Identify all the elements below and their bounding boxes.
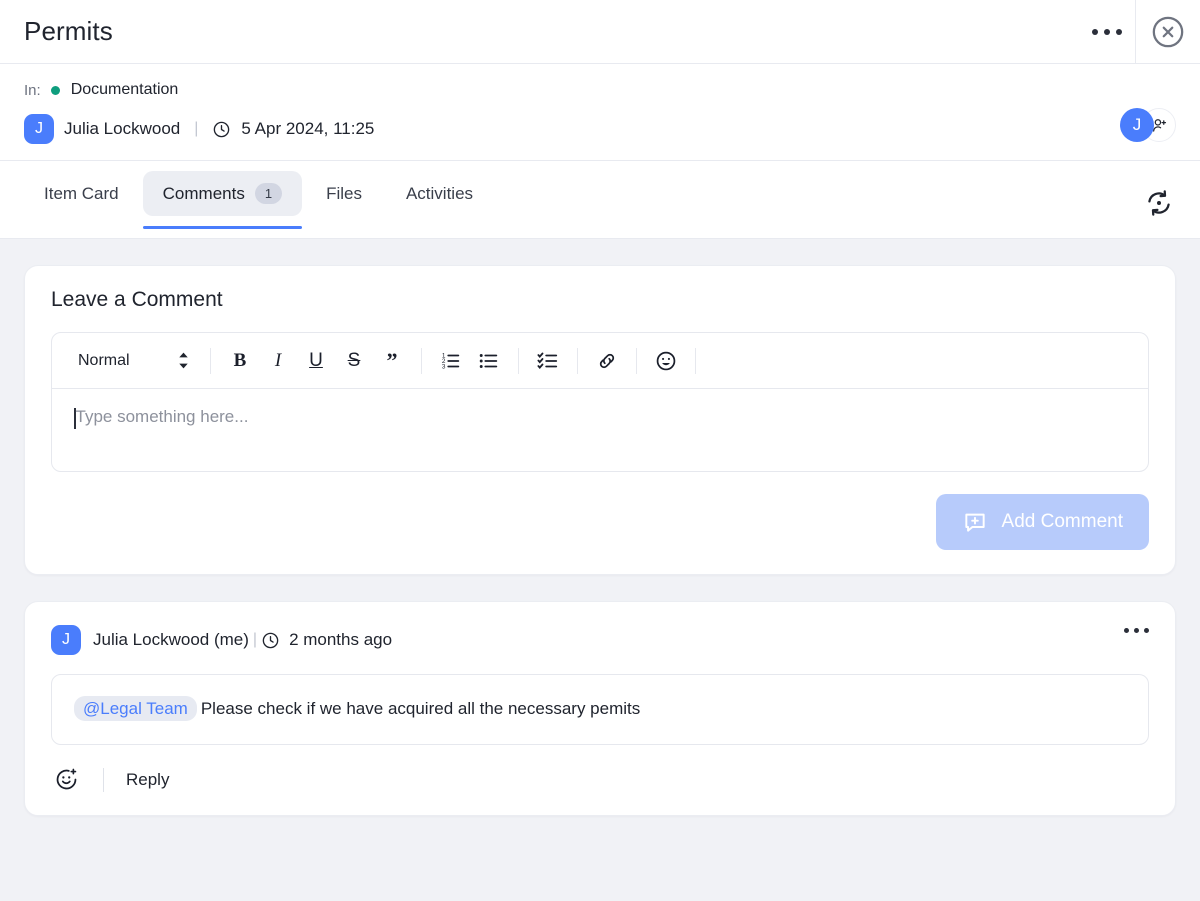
comment-text: Please check if we have acquired all the… [200, 699, 641, 718]
tab-label: Comments [162, 183, 245, 203]
participant-avatar[interactable]: J [1120, 108, 1154, 142]
link-group [588, 342, 626, 380]
tab-label: Item Card [44, 183, 119, 203]
bullet-list-button[interactable] [470, 342, 508, 380]
text-style-value: Normal [78, 351, 130, 369]
toolbar-divider [695, 347, 696, 374]
numbered-list-icon: 123 [442, 352, 460, 370]
tab-activities[interactable]: Activities [386, 172, 493, 216]
comment-avatar[interactable]: J [51, 625, 81, 655]
refresh-icon [1148, 190, 1170, 216]
strikethrough-button[interactable]: S [335, 342, 373, 380]
checklist-group [529, 342, 567, 380]
mention-chip[interactable]: @Legal Team [74, 696, 197, 721]
comment-author: Julia Lockwood (me) [93, 630, 249, 649]
clock-icon [262, 632, 279, 648]
rich-text-editor: Normal B I U S ” 1 2 3 Type something he… [51, 332, 1149, 472]
toolbar-divider [518, 347, 519, 374]
author-row: J Julia Lockwood | 5 Apr 2024, 11:25 [24, 114, 1176, 144]
comments-count-badge: 1 [254, 183, 283, 204]
svg-text:3: 3 [442, 363, 446, 370]
refresh-button[interactable] [1142, 186, 1176, 220]
more-options-button[interactable] [1079, 0, 1135, 63]
toolbar-divider [636, 347, 637, 374]
tab-files[interactable]: Files [306, 172, 382, 216]
leave-comment-heading: Leave a Comment [51, 288, 223, 311]
text-style-select[interactable]: Normal [64, 345, 200, 376]
reply-button[interactable]: Reply [126, 770, 169, 790]
chevron-up-down-icon [179, 352, 188, 369]
window-title-bar: Permits [0, 0, 1200, 64]
link-icon [599, 353, 615, 368]
underline-button[interactable]: U [297, 342, 335, 380]
toolbar-divider [577, 347, 578, 374]
bullet-list-icon [479, 353, 498, 368]
location-value[interactable]: Documentation [71, 81, 179, 99]
created-date: 5 Apr 2024, 11:25 [241, 119, 375, 138]
emoji-plus-icon [56, 768, 76, 790]
comment-more-button[interactable] [1124, 628, 1149, 633]
tab-label: Files [326, 183, 362, 203]
comment-plus-icon [964, 513, 985, 532]
checklist-button[interactable] [529, 342, 567, 380]
emoji-group [647, 342, 685, 380]
comment-footer: Reply [51, 765, 1149, 795]
clock-icon [214, 121, 230, 137]
page-title: Permits [24, 16, 113, 46]
blockquote-button[interactable]: ” [373, 342, 411, 380]
avatar[interactable]: J [24, 114, 54, 144]
title-bar-actions [1079, 0, 1200, 64]
tab-bar: Item Card Comments 1 Files Activities [0, 161, 1200, 239]
emoji-icon [656, 351, 676, 370]
add-reaction-button[interactable] [51, 765, 81, 795]
add-comment-label: Add Comment [1001, 511, 1123, 532]
meta-separator: | [194, 120, 199, 137]
bold-button[interactable]: B [221, 342, 259, 380]
author-name: Julia Lockwood [64, 119, 181, 138]
ordered-list-button[interactable]: 123 [432, 342, 470, 380]
comment-body: @Legal Team Please check if we have acqui… [51, 674, 1149, 745]
comment-time: 2 months ago [289, 630, 393, 649]
comment-input-placeholder: Type something here... [75, 407, 249, 426]
status-dot-icon [50, 85, 60, 95]
tab-comments[interactable]: Comments 1 [142, 171, 303, 229]
add-comment-button[interactable]: Add Comment [935, 494, 1149, 550]
item-meta-band: In: Documentation J Julia Lockwood | 5 A… [0, 64, 1200, 161]
editor-toolbar: Normal B I U S ” 1 2 3 [52, 333, 1148, 389]
comment-separator: | [252, 631, 258, 648]
location-row: In: Documentation [24, 78, 1176, 102]
close-circle-icon [1152, 16, 1184, 47]
text-format-group: B I U S ” [221, 342, 411, 380]
tab-item-card[interactable]: Item Card [24, 172, 139, 216]
tab-list: Item Card Comments 1 Files Activities [24, 161, 493, 238]
participants: J [1120, 108, 1176, 142]
close-button[interactable] [1136, 0, 1200, 63]
comment-header: J Julia Lockwood (me) | 2 months ago [51, 624, 1149, 656]
footer-divider [103, 767, 104, 792]
location-label: In: [24, 81, 41, 99]
tab-label: Activities [405, 183, 474, 203]
toolbar-divider [421, 347, 422, 374]
insert-link-button[interactable] [588, 342, 626, 380]
toolbar-divider [210, 347, 211, 374]
ellipsis-icon [1092, 28, 1122, 35]
checklist-icon [537, 352, 558, 369]
italic-button[interactable]: I [259, 342, 297, 380]
compose-actions: Add Comment [51, 494, 1149, 550]
list-group: 123 [432, 342, 508, 380]
comments-panel: Leave a Comment Normal B I U S ” 1 2 3 T… [0, 239, 1200, 816]
comment-item: J Julia Lockwood (me) | 2 months ago @Le… [24, 601, 1176, 816]
leave-comment-card: Leave a Comment Normal B I U S ” 1 2 3 T… [24, 265, 1176, 575]
insert-emoji-button[interactable] [647, 342, 685, 380]
comment-input[interactable]: Type something here... [52, 389, 1148, 471]
